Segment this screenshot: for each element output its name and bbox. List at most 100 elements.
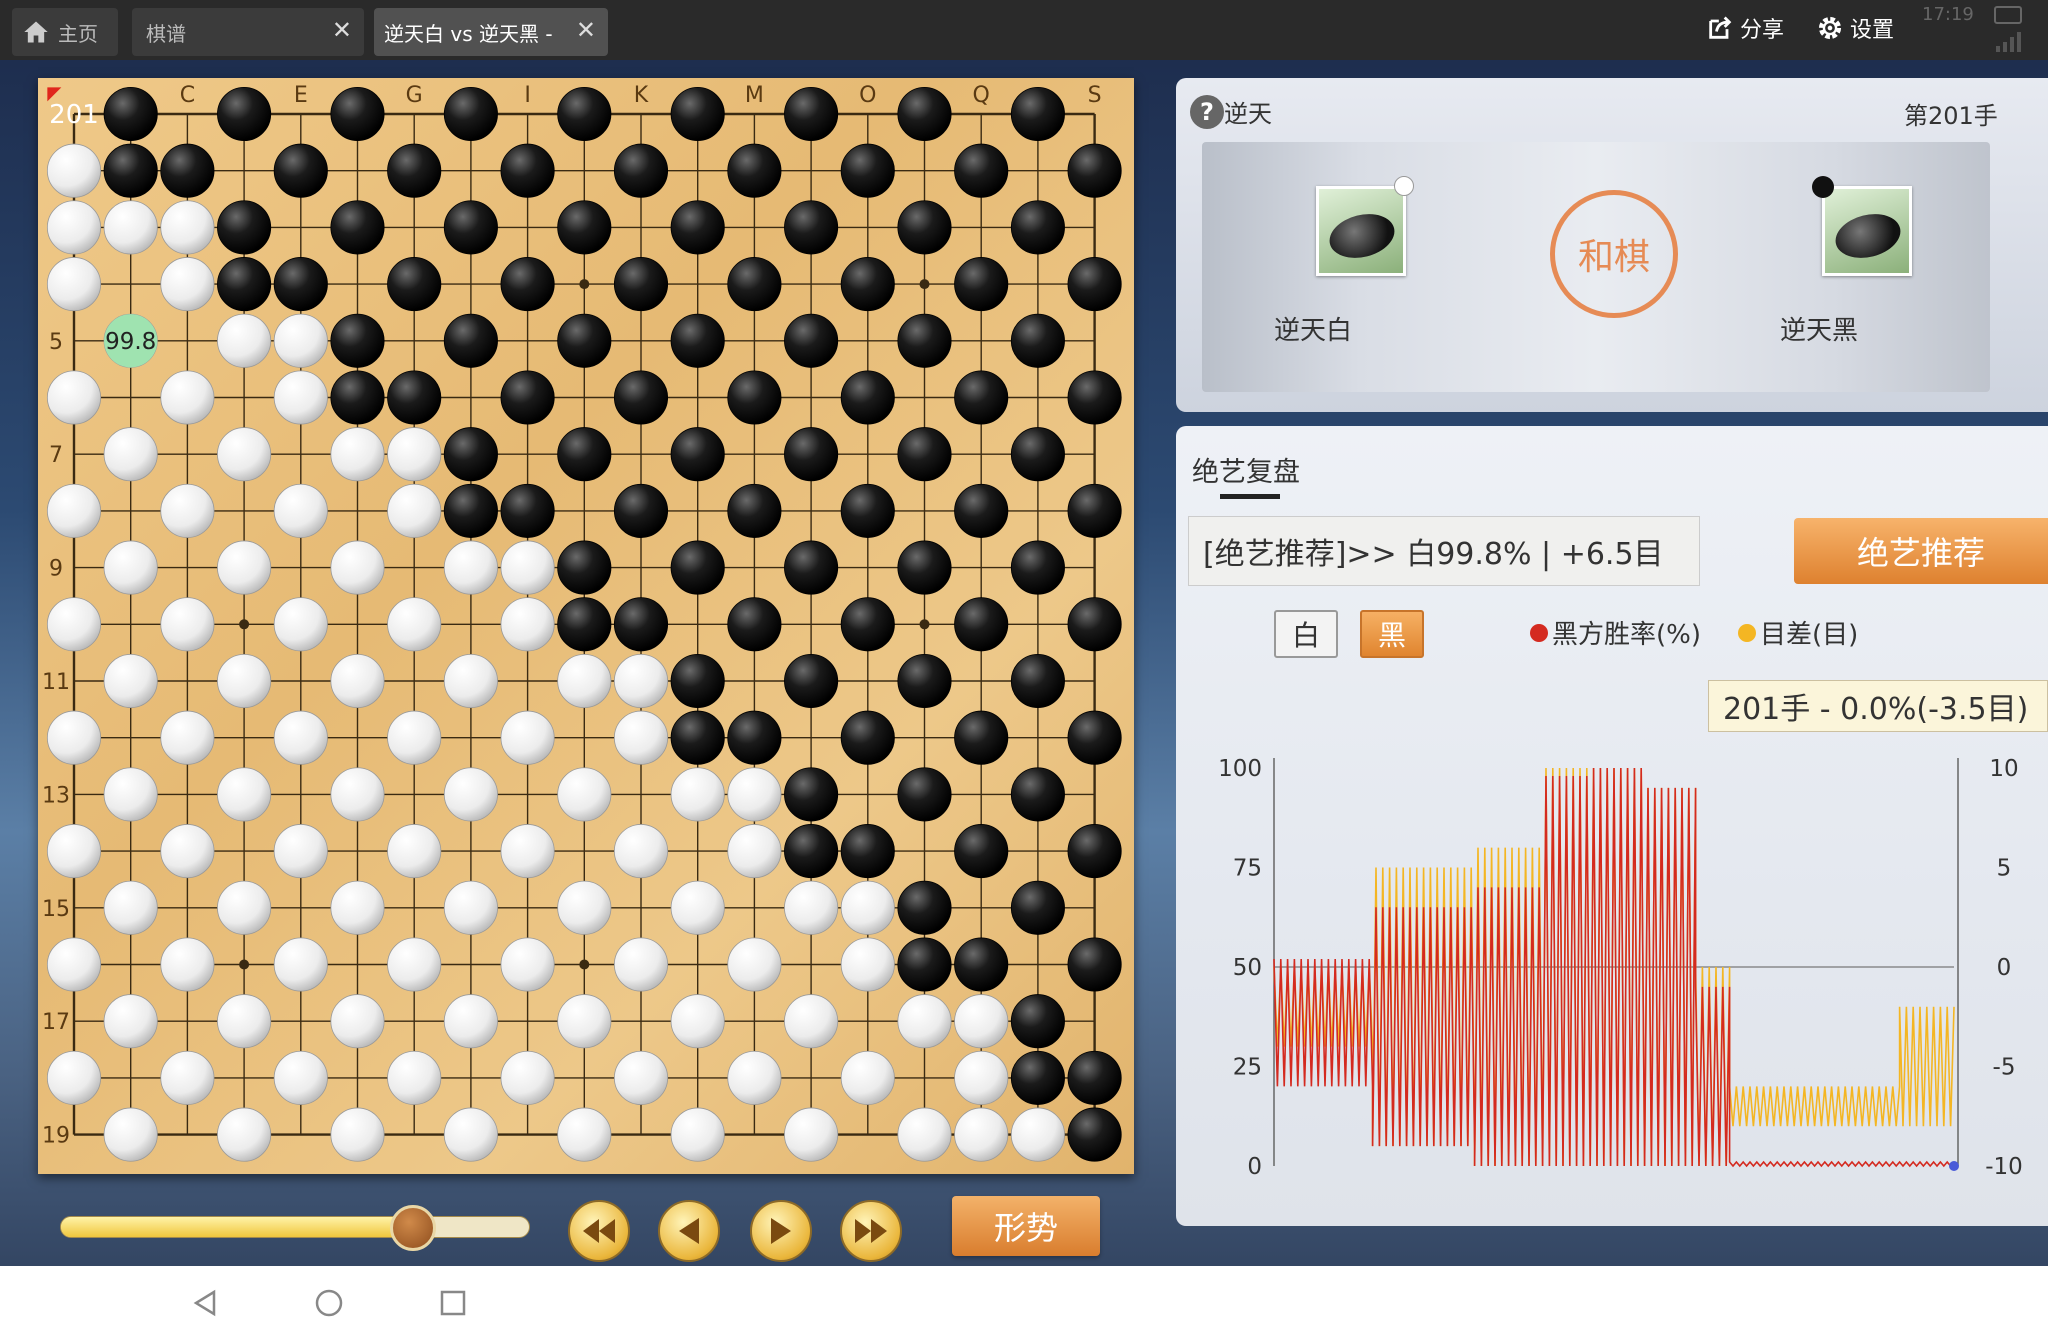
white-view-button[interactable]: 白 (1274, 610, 1338, 658)
black-stone[interactable] (897, 427, 952, 482)
white-stone[interactable] (954, 994, 1009, 1049)
white-stone[interactable] (46, 370, 102, 425)
first-move-button[interactable] (568, 1200, 630, 1262)
white-stone[interactable] (217, 540, 272, 595)
white-stone[interactable] (784, 1107, 839, 1162)
white-stone[interactable] (670, 994, 725, 1049)
white-stone[interactable] (103, 1107, 158, 1162)
black-stone[interactable] (840, 143, 895, 198)
black-stone[interactable] (954, 370, 1009, 425)
black-stone[interactable] (897, 86, 952, 142)
black-stone[interactable] (784, 200, 839, 255)
help-icon[interactable]: ? (1190, 94, 1224, 129)
black-stone[interactable] (670, 86, 725, 142)
white-stone[interactable] (217, 313, 272, 368)
white-stone[interactable] (160, 483, 215, 538)
move-slider[interactable] (60, 1216, 530, 1238)
white-stone[interactable] (500, 937, 555, 992)
white-stone[interactable] (727, 824, 782, 879)
white-stone[interactable] (273, 1050, 328, 1105)
black-stone[interactable] (443, 483, 498, 538)
white-stone[interactable] (217, 427, 272, 482)
black-stone[interactable] (443, 427, 498, 482)
black-stone[interactable] (103, 143, 158, 198)
black-stone[interactable] (727, 257, 782, 312)
board-grid[interactable]: C E G I K M O Q S 5 7 9 11 13 15 17 19 201 99.8 (38, 78, 1134, 1174)
settings-button[interactable]: 设置 (1816, 12, 1894, 44)
white-stone[interactable] (897, 994, 952, 1049)
white-stone[interactable] (160, 710, 215, 765)
black-stone[interactable] (1010, 880, 1065, 935)
black-stone[interactable] (840, 370, 895, 425)
black-stone[interactable] (727, 597, 782, 652)
white-stone[interactable] (443, 767, 498, 822)
white-stone[interactable] (613, 937, 669, 992)
white-stone[interactable] (954, 1050, 1009, 1105)
black-stone[interactable] (897, 313, 952, 368)
white-stone[interactable] (443, 540, 498, 595)
white-stone[interactable] (557, 1107, 612, 1162)
white-stone[interactable] (500, 710, 555, 765)
tab-home[interactable]: 主页 (12, 8, 118, 56)
move-slider-handle[interactable] (389, 1205, 436, 1251)
white-stone[interactable] (273, 937, 328, 992)
white-stone[interactable] (500, 597, 555, 652)
white-stone[interactable] (217, 880, 272, 935)
white-stone[interactable] (330, 653, 385, 709)
white-stone[interactable] (387, 824, 442, 879)
black-stone[interactable] (1067, 824, 1122, 879)
next-move-button[interactable] (750, 1200, 812, 1262)
black-stone[interactable] (954, 597, 1009, 652)
white-stone[interactable] (160, 937, 215, 992)
tab-kifu[interactable]: 棋谱 ✕ (132, 8, 364, 56)
black-stone[interactable] (954, 710, 1009, 765)
white-stone[interactable] (840, 880, 895, 935)
black-stone[interactable] (1010, 767, 1065, 822)
black-stone[interactable] (897, 540, 952, 595)
white-stone[interactable] (500, 1050, 555, 1105)
black-stone[interactable] (1067, 937, 1122, 992)
black-stone[interactable] (954, 143, 1009, 198)
review-tab[interactable]: 绝艺复盘 (1192, 450, 1300, 489)
black-stone[interactable] (387, 257, 442, 312)
white-stone[interactable] (387, 1050, 442, 1105)
current-move-point[interactable] (1949, 1161, 1959, 1171)
white-stone[interactable] (784, 994, 839, 1049)
black-stone[interactable] (840, 483, 895, 538)
white-stone[interactable] (387, 427, 442, 482)
white-stone[interactable] (727, 937, 782, 992)
black-stone[interactable] (954, 483, 1009, 538)
white-stone[interactable] (613, 824, 669, 879)
black-stone[interactable] (330, 370, 385, 425)
black-stone[interactable] (557, 597, 612, 652)
black-stone[interactable] (557, 427, 612, 482)
black-stone[interactable] (613, 370, 669, 425)
white-stone[interactable] (954, 1107, 1009, 1162)
white-stone[interactable] (387, 937, 442, 992)
black-stone[interactable] (330, 313, 385, 368)
white-stone[interactable] (160, 824, 215, 879)
white-stone[interactable] (46, 483, 102, 538)
black-stone[interactable] (613, 257, 669, 312)
black-stone[interactable] (1010, 653, 1065, 709)
white-stone[interactable] (613, 653, 669, 709)
white-stone[interactable] (46, 1050, 102, 1105)
white-stone[interactable] (387, 710, 442, 765)
black-stone[interactable] (1010, 1050, 1065, 1105)
white-stone[interactable] (160, 257, 215, 312)
black-stone[interactable] (1010, 994, 1065, 1049)
white-stone[interactable] (46, 824, 102, 879)
white-stone[interactable] (330, 1107, 385, 1162)
white-stone[interactable] (103, 994, 158, 1049)
white-stone[interactable] (160, 1050, 215, 1105)
white-stone[interactable] (103, 767, 158, 822)
back-icon[interactable] (190, 1288, 220, 1318)
home-circle-icon[interactable] (314, 1288, 344, 1318)
white-stone[interactable] (217, 994, 272, 1049)
black-stone[interactable] (670, 200, 725, 255)
black-stone[interactable] (897, 880, 952, 935)
white-stone[interactable] (670, 1107, 725, 1162)
black-stone[interactable] (500, 257, 555, 312)
white-stone[interactable] (217, 1107, 272, 1162)
white-stone[interactable] (387, 597, 442, 652)
